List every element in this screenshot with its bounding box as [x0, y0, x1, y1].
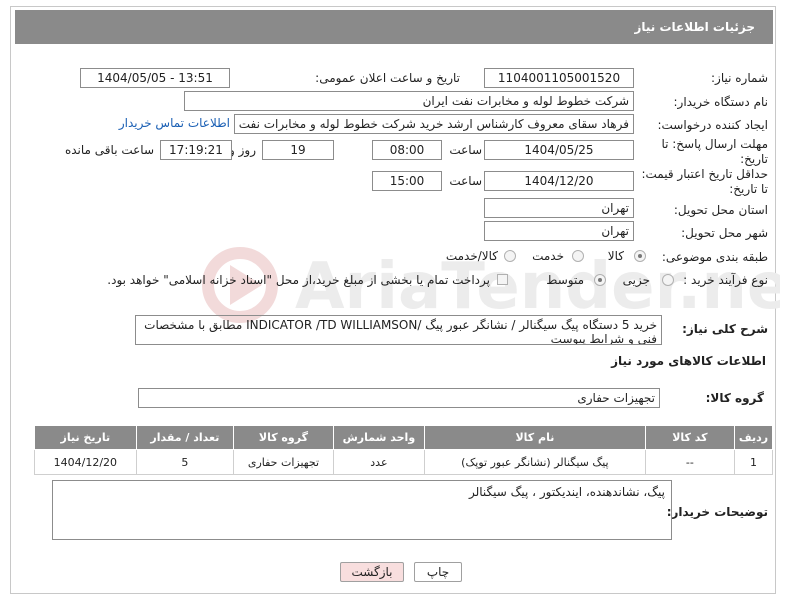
process-option-minor: جزیی [622, 273, 650, 287]
requester-label: ایجاد کننده درخواست: [657, 118, 768, 132]
description-field: خرید 5 دستگاه پیگ سیگنالر / نشانگر عبور … [135, 315, 662, 345]
requester-field: فرهاد سقای معروف کارشناس ارشد خرید شرکت … [234, 114, 634, 134]
price-validity-time-field: 15:00 [372, 171, 442, 191]
col-quantity: تعداد / مقدار [135, 425, 235, 450]
delivery-province-label: استان محل تحویل: [673, 203, 768, 217]
category-radio-goods[interactable] [634, 250, 646, 262]
process-radio-minor[interactable] [662, 274, 674, 286]
cell-quantity: 5 [135, 449, 235, 475]
reply-time-label: ساعت [449, 143, 482, 157]
category-option-service: خدمت [532, 249, 564, 263]
cell-group: تجهیزات حفاری [233, 449, 334, 475]
delivery-city-label: شهر محل تحویل: [681, 226, 768, 240]
time-remaining-field: 17:19:21 [160, 140, 232, 160]
cell-unit: عدد [332, 449, 426, 475]
process-radio-medium[interactable] [594, 274, 606, 286]
announce-datetime-field: 1404/05/05 - 13:51 [80, 68, 230, 88]
days-label: روز و [229, 143, 256, 157]
cell-need-date: 1404/12/20 [34, 449, 137, 475]
description-label: شرح کلی نیاز: [682, 322, 768, 336]
col-group: گروه کالا [233, 425, 334, 450]
category-option-goods: کالا [607, 249, 624, 263]
page-title: جزئیات اطلاعات نیاز [15, 10, 773, 44]
treasury-payment-checkbox[interactable] [497, 274, 508, 285]
buyer-org-label: نام دستگاه خریدار: [673, 95, 769, 109]
goods-table-header: ردیف کد کالا نام کالا واحد شمارش گروه کا… [34, 425, 773, 450]
back-button[interactable]: بازگشت [340, 562, 404, 582]
price-validity-date-field: 1404/12/20 [484, 171, 634, 191]
cell-item-name: پیگ سیگنالر (نشانگر عبور توپک) [424, 449, 646, 475]
goods-group-field: تجهیزات حفاری [138, 388, 660, 408]
process-option-medium: متوسط [546, 273, 584, 287]
delivery-city-field: تهران [484, 221, 634, 241]
days-remaining-field: 19 [262, 140, 334, 160]
reply-time-field: 08:00 [372, 140, 442, 160]
goods-section-title: اطلاعات کالاهای مورد نیاز [611, 354, 766, 368]
price-validity-time-label: ساعت [449, 174, 482, 188]
category-radio-goods-service[interactable] [504, 250, 516, 262]
reply-deadline-label: مهلت ارسال پاسخ: تا تاریخ: [661, 137, 768, 166]
col-item-code: کد کالا [644, 425, 736, 450]
cell-row: 1 [734, 449, 773, 475]
buyer-org-field: شرکت خطوط لوله و مخابرات نفت ایران [184, 91, 634, 111]
category-radio-service[interactable] [572, 250, 584, 262]
buyer-notes-label: توضیحات خریدار: [666, 505, 768, 519]
col-row: ردیف [734, 425, 773, 450]
treasury-payment-note: پرداخت تمام یا بخشی از مبلغ خرید،از محل … [107, 273, 490, 287]
col-need-date: تاریخ نیاز [34, 425, 137, 450]
buyer-contact-link[interactable]: اطلاعات تماس خریدار [119, 116, 230, 130]
cell-item-code: -- [644, 449, 736, 475]
process-type-label: نوع فرآیند خرید : [683, 273, 768, 287]
need-number-label: شماره نیاز: [711, 71, 768, 85]
table-row: 1 -- پیگ سیگنالر (نشانگر عبور توپک) عدد … [34, 449, 773, 475]
print-button[interactable]: چاپ [414, 562, 462, 582]
time-remaining-label: ساعت باقی مانده [64, 143, 154, 157]
col-unit: واحد شمارش [332, 425, 426, 450]
goods-table: ردیف کد کالا نام کالا واحد شمارش گروه کا… [34, 425, 773, 475]
reply-date-field: 1404/05/25 [484, 140, 634, 160]
delivery-province-field: تهران [484, 198, 634, 218]
announce-datetime-label: تاریخ و ساعت اعلان عمومی: [315, 71, 460, 85]
need-number-field: 1104001105001520 [484, 68, 634, 88]
buyer-notes-field: پیگ، نشاندهنده، ایندیکتور ، پیگ سیگنالر [52, 480, 672, 540]
goods-group-label: گروه کالا: [705, 391, 764, 405]
col-item-name: نام کالا [424, 425, 646, 450]
category-label: طبقه بندی موضوعی: [661, 250, 768, 264]
price-validity-label: حداقل تاریخ اعتبار قیمت: تا تاریخ: [641, 167, 768, 196]
category-option-goods-service: کالا/خدمت [445, 249, 498, 263]
